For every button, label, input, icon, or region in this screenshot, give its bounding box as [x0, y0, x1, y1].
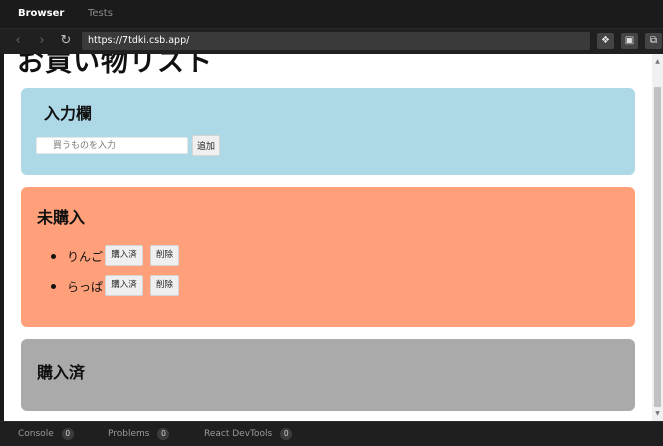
tab-browser[interactable]: Browser — [0, 0, 82, 28]
mark-bought-button[interactable]: 購入済 — [105, 275, 143, 296]
unbought-section: 未購入 りんご 購入済 削除 らっぱ 購入済 削除 — [21, 187, 635, 327]
scroll-up-icon[interactable]: ▲ — [654, 58, 661, 65]
problems-count-badge: 0 — [157, 427, 170, 440]
input-section-heading: 入力欄 — [44, 104, 93, 123]
bullet-icon — [51, 284, 56, 289]
new-window-icon[interactable]: ⧉ — [645, 33, 662, 49]
bullet-icon — [51, 254, 56, 259]
unbought-section-heading: 未購入 — [37, 208, 86, 227]
item-name: らっぱ — [67, 280, 104, 294]
react-devtools-count-badge: 0 — [280, 427, 293, 440]
back-icon[interactable]: ‹ — [10, 33, 26, 49]
item-name: りんご — [67, 250, 104, 264]
console-tab[interactable]: Console 0 — [18, 422, 74, 446]
mark-bought-button[interactable]: 購入済 — [105, 245, 143, 266]
input-section: 入力欄 追加 — [21, 88, 635, 175]
delete-button[interactable]: 削除 — [150, 275, 179, 296]
scroll-down-icon[interactable]: ▼ — [654, 410, 661, 417]
react-devtools-label: React DevTools — [204, 429, 273, 439]
viewport-scrollbar[interactable]: ▲ ▼ — [652, 54, 663, 421]
bought-section-heading: 購入済 — [37, 363, 86, 382]
react-devtools-tab[interactable]: React DevTools 0 — [204, 422, 293, 446]
console-count-badge: 0 — [61, 427, 74, 440]
problems-label: Problems — [108, 429, 150, 439]
split-view-icon[interactable]: ▣ — [621, 33, 638, 49]
item-input[interactable] — [36, 137, 188, 154]
problems-tab[interactable]: Problems 0 — [108, 422, 170, 446]
address-row: ‹ › ↻ https://7tdki.csb.app/ ❖ ▣ ⧉ — [0, 29, 663, 54]
console-label: Console — [18, 429, 54, 439]
status-bar: Console 0 Problems 0 React DevTools 0 — [0, 421, 663, 446]
reload-icon[interactable]: ↻ — [58, 33, 74, 49]
browser-viewport: お買い物リスト 入力欄 追加 未購入 りんご 購入済 削除 らっぱ 購入済 削除… — [4, 54, 652, 421]
page-title: お買い物リスト — [17, 54, 213, 78]
scrollbar-thumb[interactable] — [654, 87, 661, 407]
delete-button[interactable]: 削除 — [150, 245, 179, 266]
add-button[interactable]: 追加 — [192, 135, 220, 156]
browser-tabbar: Browser Tests — [0, 0, 663, 29]
bought-section: 購入済 — [21, 339, 635, 411]
url-field[interactable]: https://7tdki.csb.app/ — [82, 32, 590, 50]
forward-icon[interactable]: › — [34, 33, 50, 49]
tab-tests[interactable]: Tests — [76, 0, 125, 28]
devtools-icon[interactable]: ❖ — [597, 33, 614, 49]
